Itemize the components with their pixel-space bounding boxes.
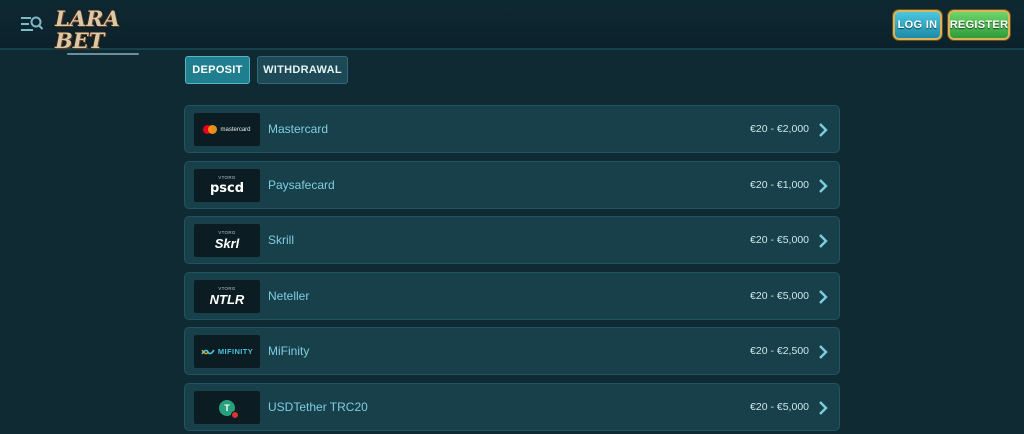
neteller-logo: VTORG NTLR [194, 280, 260, 313]
logo-ornament [66, 53, 139, 55]
paysafecard-logo-text: pscd [209, 181, 245, 197]
payment-method-usdtether[interactable]: T USDTether TRC20 €20 - €5,000 [184, 383, 840, 431]
chevron-right-icon [819, 345, 828, 359]
payment-method-neteller[interactable]: VTORG NTLR Neteller €20 - €5,000 [184, 272, 840, 320]
method-name: USDTether TRC20 [268, 400, 368, 414]
chevron-right-icon [819, 234, 828, 248]
method-name: Skrill [268, 233, 294, 247]
method-range: €20 - €5,000 [750, 234, 809, 246]
method-name: Mastercard [268, 122, 329, 136]
chevron-right-icon [819, 123, 828, 137]
neteller-logo-text: NTLR [209, 292, 245, 308]
logo-text: LARA BET [55, 6, 120, 53]
logo-small-text: VTORG [218, 229, 236, 235]
method-name: Neteller [268, 289, 310, 303]
method-name: MiFinity [268, 344, 310, 358]
tether-logo: T [194, 391, 260, 424]
login-button[interactable]: LOG IN [893, 10, 942, 40]
payment-method-mastercard[interactable]: mastercard Mastercard €20 - €2,000 [184, 105, 840, 153]
payment-method-skrill[interactable]: VTORG Skrl Skrill €20 - €5,000 [184, 216, 840, 264]
mifinity-logo-text: MIFINITY [217, 347, 254, 356]
payment-method-mifinity[interactable]: MIFINITY MiFinity €20 - €2,500 [184, 327, 840, 375]
tab-withdrawal[interactable]: WITHDRAWAL [257, 56, 348, 84]
payment-method-paysafecard[interactable]: VTORG pscd Paysafecard €20 - €1,000 [184, 161, 840, 209]
mastercard-logo-text: mastercard [220, 126, 251, 133]
logo-small-text: VTORG [218, 174, 236, 180]
tron-badge-icon [231, 410, 239, 419]
top-header: LARA BET LOG IN REGISTER [0, 0, 1024, 55]
tab-deposit[interactable]: DEPOSIT [185, 56, 250, 84]
register-button[interactable]: REGISTER [948, 10, 1010, 40]
mifinity-logo: MIFINITY [194, 335, 260, 368]
method-name: Paysafecard [268, 178, 335, 192]
method-range: €20 - €1,000 [750, 179, 809, 191]
mifinity-swoosh-icon [201, 349, 215, 354]
mastercard-circles-icon [203, 125, 218, 134]
chevron-right-icon [819, 290, 828, 304]
tether-icon: T [219, 399, 239, 419]
skrill-logo-text: Skrl [214, 236, 240, 252]
method-range: €20 - €5,000 [750, 401, 809, 413]
method-range: €20 - €2,500 [750, 345, 809, 357]
logo-small-text: VTORG [218, 285, 236, 291]
chevron-right-icon [819, 179, 828, 193]
skrill-logo: VTORG Skrl [194, 224, 260, 257]
site-logo[interactable]: LARA BET [55, 8, 150, 55]
paysafecard-logo: VTORG pscd [194, 169, 260, 202]
mastercard-logo: mastercard [194, 113, 260, 146]
menu-search-icon[interactable] [20, 13, 44, 35]
method-range: €20 - €2,000 [750, 123, 809, 135]
method-range: €20 - €5,000 [750, 290, 809, 302]
chevron-right-icon [819, 401, 828, 415]
